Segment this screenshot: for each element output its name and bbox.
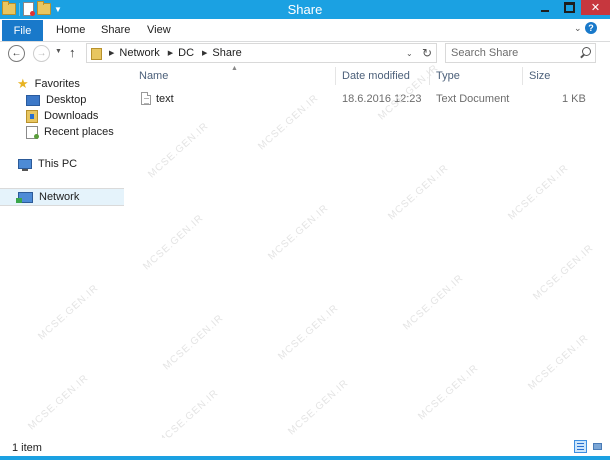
minimize-icon — [541, 9, 549, 12]
tab-share[interactable]: Share — [101, 24, 130, 36]
text-file-icon — [141, 92, 151, 105]
column-divider[interactable] — [335, 67, 336, 85]
chevron-right-icon[interactable]: ▶ — [168, 49, 173, 57]
sidebar-item-label: Desktop — [46, 94, 87, 106]
file-type: Text Document — [436, 93, 510, 105]
breadcrumb-share[interactable]: Share — [212, 47, 241, 59]
back-button[interactable]: ← — [8, 45, 25, 62]
arrow-left-icon: ← — [11, 48, 22, 59]
table-row[interactable]: text 18.6.2016 12:23 Text Document 1 KB — [134, 91, 600, 109]
column-divider[interactable] — [522, 67, 523, 85]
network-icon — [16, 191, 33, 203]
item-count: 1 item — [12, 442, 42, 454]
help-icon[interactable]: ? — [585, 22, 597, 34]
column-header-type[interactable]: Type — [436, 67, 522, 85]
file-name: text — [156, 93, 174, 105]
sidebar-item-label: Recent places — [44, 126, 114, 138]
file-list: ▲ Name Date modified Type Size text 18.6… — [134, 65, 600, 438]
tab-home[interactable]: Home — [56, 24, 85, 36]
breadcrumb: ▶ Network ▶ DC ▶ Share — [107, 47, 248, 59]
file-size: 1 KB — [562, 93, 586, 105]
maximize-icon — [563, 2, 575, 13]
ribbon-tabs: File Home Share View ⌄ ? — [0, 19, 610, 42]
navigation-pane: ★ Favorites Desktop Downloads Recent pla… — [0, 67, 124, 438]
window-border — [0, 456, 610, 460]
details-view-button[interactable] — [574, 440, 587, 453]
recent-places-icon — [26, 125, 39, 139]
sidebar-item-label: Favorites — [34, 78, 80, 90]
downloads-icon — [26, 109, 38, 123]
large-icons-view-button[interactable] — [591, 440, 604, 453]
arrow-right-icon: → — [36, 48, 47, 59]
chevron-right-icon[interactable]: ▶ — [109, 49, 114, 57]
navigation-bar: ← → ▼ ↑ ▶ Network ▶ DC ▶ Share ⌄ ↻ — [0, 42, 610, 67]
explorer-body: ★ Favorites Desktop Downloads Recent pla… — [0, 63, 610, 447]
window-title: Share — [287, 2, 323, 17]
chevron-right-icon[interactable]: ▶ — [202, 49, 207, 57]
search-icon[interactable] — [582, 47, 591, 56]
breadcrumb-dc[interactable]: DC — [178, 47, 194, 59]
tab-view[interactable]: View — [147, 24, 171, 36]
sidebar-item-this-pc[interactable]: This PC — [0, 155, 124, 173]
column-divider[interactable] — [429, 67, 430, 85]
sidebar-item-label: Downloads — [44, 110, 99, 122]
breadcrumb-network[interactable]: Network — [119, 47, 159, 59]
sidebar-item-recent-places[interactable]: Recent places — [0, 123, 124, 141]
search-box[interactable] — [445, 43, 596, 63]
desktop-icon — [26, 94, 40, 106]
chevron-down-icon[interactable]: ⌄ — [406, 49, 413, 58]
status-bar: 1 item — [0, 438, 610, 456]
file-date-modified: 18.6.2016 12:23 — [342, 93, 422, 105]
minimize-button[interactable] — [533, 0, 557, 15]
refresh-icon[interactable]: ↻ — [422, 46, 432, 60]
computer-icon — [18, 159, 32, 171]
search-input[interactable] — [451, 46, 576, 60]
network-location-icon — [91, 48, 102, 60]
address-bar[interactable]: ▶ Network ▶ DC ▶ Share ⌄ ↻ — [86, 43, 437, 63]
expand-ribbon-icon[interactable]: ⌄ — [574, 23, 582, 34]
title-bar: ▼ Share ✕ — [0, 0, 610, 19]
column-header-size[interactable]: Size — [529, 67, 589, 85]
close-icon: ✕ — [590, 2, 601, 14]
sidebar-item-label: Network — [39, 191, 80, 203]
sidebar-item-label: This PC — [38, 158, 78, 170]
close-button[interactable]: ✕ — [581, 0, 610, 15]
up-button[interactable]: ↑ — [69, 45, 76, 60]
recent-locations-dropdown[interactable]: ▼ — [55, 48, 62, 55]
sidebar-item-network[interactable]: Network — [0, 188, 124, 206]
column-header-name[interactable]: Name — [139, 67, 334, 85]
forward-button[interactable]: → — [33, 45, 50, 62]
maximize-button[interactable] — [557, 0, 581, 15]
star-icon: ★ — [17, 76, 29, 91]
column-header-date-modified[interactable]: Date modified — [342, 67, 430, 85]
tab-file[interactable]: File — [2, 20, 43, 41]
